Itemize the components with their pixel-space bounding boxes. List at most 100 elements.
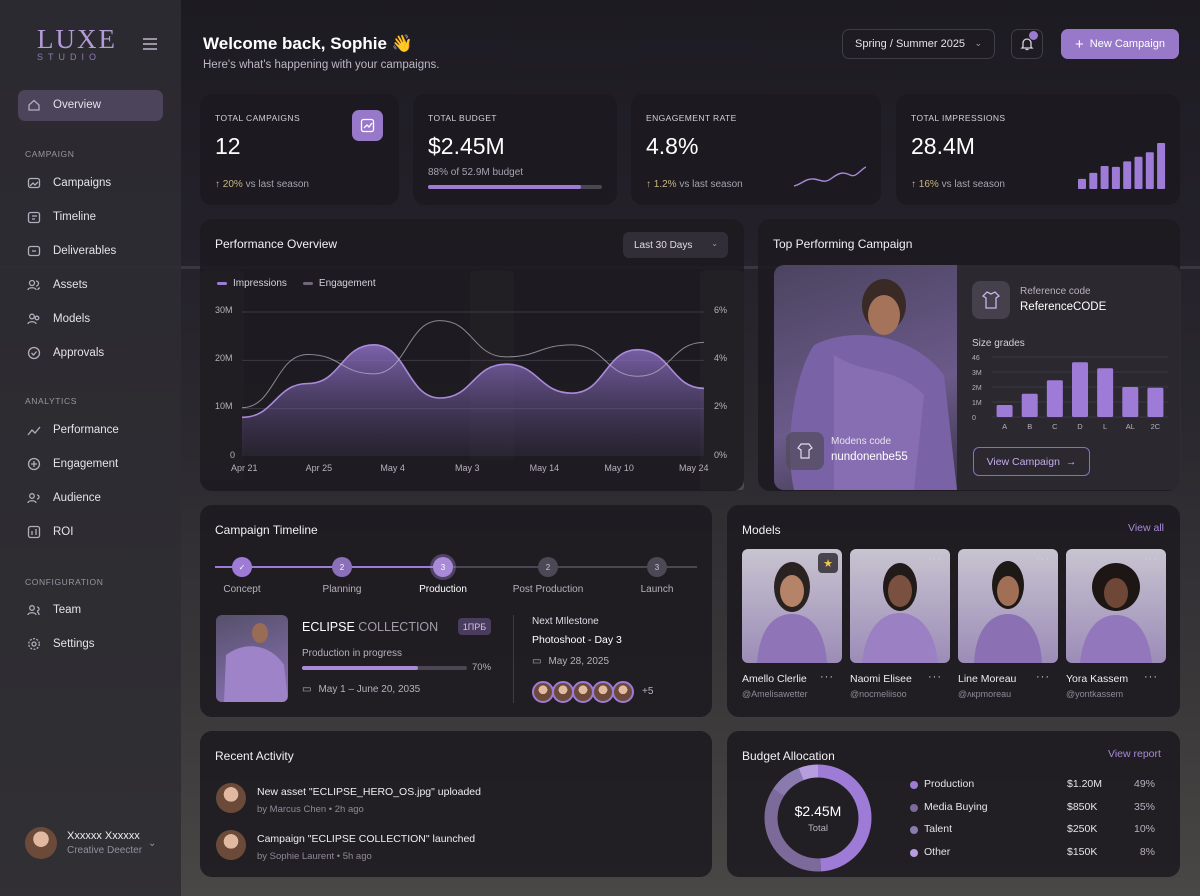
roi-icon [27,525,41,539]
more-options-icon[interactable]: ··· [928,671,942,683]
models-card: Models View all ★ Amello Clerlie @Amelis… [727,505,1180,717]
budget-category: Media Buying [924,800,988,813]
sidebar-item-engagement[interactable]: Engagement [27,457,118,471]
more-options-icon[interactable]: ··· [928,553,942,565]
activity-item[interactable]: Campaign "ECLIPSE COLLECTION" launched b… [216,830,475,862]
step-label: Concept [223,584,261,595]
notifications-button[interactable] [1011,29,1043,59]
model-card[interactable]: ··· Line Moreau @ʌкpmoreau ··· [958,549,1058,699]
timeline-step-production[interactable]: 3 [433,557,453,577]
budget-row[interactable]: Media Buying $850K 35% [910,801,1155,815]
sidebar-item-approvals[interactable]: Approvals [27,346,104,360]
chevron-down-icon[interactable]: ⌄ [148,838,156,849]
hanger-icon [786,432,824,470]
sidebar-item-team[interactable]: Team [27,603,81,617]
x-tick: May 4 [380,463,405,473]
budget-row[interactable]: Production $1.20M 49% [910,778,1155,792]
timeline-step-post-production[interactable]: 2 [538,557,558,577]
budget-amount: $250K [1067,823,1098,835]
budget-view-report-link[interactable]: View report [1108,748,1161,760]
stat-card-impressions[interactable]: TOTAL IMPRESSIONS 28.4M ↑ 16% vs last se… [896,94,1180,205]
impressions-area [242,344,704,456]
sidebar-item-roi[interactable]: ROI [27,525,73,539]
budget-row[interactable]: Other $150K 8% [910,846,1155,860]
team-avatars[interactable]: +5 [532,681,653,703]
campaign-hero-image: Modens code nundonenbe55 [774,265,957,490]
timeline-step-planning[interactable]: 2 [332,557,352,577]
x-tick: 2C [1151,422,1161,431]
legend-dot [910,826,918,834]
models-view-all-link[interactable]: View all [1128,522,1164,534]
more-options-icon[interactable]: ··· [1036,553,1050,565]
hamburger-icon[interactable] [143,38,157,53]
model-card[interactable]: ··· Naomi Elisee @nocmeliisoo ··· [850,549,950,699]
stat-card-budget[interactable]: TOTAL BUDGET $2.45M 88% of 52.9M budget [413,94,617,205]
card-title: Top Performing Campaign [773,237,913,251]
shirt-icon [972,281,1010,319]
timeline-step-launch[interactable]: 3 [647,557,667,577]
y-tick: 1M [972,400,982,407]
sidebar-item-overview[interactable]: Overview [27,98,101,112]
y-tick-left: 10M [215,401,233,411]
budget-percent: 35% [1133,800,1155,813]
sparkline-bar [1089,172,1098,189]
season-select[interactable]: Spring / Summer 2025 ⌄ [842,29,995,59]
sidebar-item-label: Assets [53,279,88,291]
model-photo: ··· [958,549,1058,663]
x-tick: C [1052,422,1058,431]
timeline-step-concept[interactable]: ✓ [232,557,252,577]
card-title: Campaign Timeline [215,523,318,537]
sidebar-item-label: Deliverables [53,245,117,257]
status-badge: 1ПРБ [458,618,491,635]
budget-amount: $150K [1067,845,1098,858]
page-title: Welcome back, Sophie 👋 [203,34,413,53]
activity-item[interactable]: New asset "ECLIPSE_HERO_OS.jpg" uploaded… [216,783,481,815]
sidebar-item-label: ROI [53,526,74,538]
sidebar-item-settings[interactable]: Settings [27,637,95,651]
model-card[interactable]: ★ Amello Clerlie @Amelisawetter ··· [742,549,842,699]
stat-label: ENGAGEMENT RATE [646,113,737,123]
legend-dot [910,848,918,857]
more-options-icon[interactable]: ··· [1036,671,1050,683]
more-options-icon[interactable]: ··· [1144,553,1158,565]
section-label-campaign: CAMPAIGN [25,149,75,159]
sparkline-bar [1157,143,1166,189]
engagement-sparkline [794,166,866,187]
sidebar-item-assets[interactable]: Assets [27,278,88,292]
stat-card-campaigns[interactable]: TOTAL CAMPAIGNS 12 ↑ 20% vs last season [200,94,399,205]
budget-amount: $850K [1067,800,1098,813]
stat-card-engagement[interactable]: ENGAGEMENT RATE 4.8% ↑ 1.2% vs last seas… [631,94,881,205]
model-card[interactable]: ··· Yora Kassem @yontkassem ··· [1066,549,1166,699]
y-tick-right: 6% [714,305,728,315]
size-bar [1046,380,1063,417]
new-campaign-button[interactable]: + New Campaign [1061,29,1179,59]
sidebar: LUXE STUDIO Overview CAMPAIGN Campaigns … [0,0,181,896]
reference-code-label: Reference code [1020,286,1091,297]
y-tick: 0 [972,415,976,422]
range-select[interactable]: Last 30 Days ⌄ [623,232,728,258]
sidebar-item-timeline[interactable]: Timeline [27,210,96,224]
view-campaign-button[interactable]: View Campaign → [973,447,1090,476]
y-tick-right: 2% [714,401,728,411]
sidebar-item-deliverables[interactable]: Deliverables [27,244,116,258]
sidebar-item-campaigns[interactable]: Campaigns [27,176,111,190]
user-profile[interactable]: Xxxxxx Xxxxxx Creative Deecter [25,827,142,859]
more-options-icon[interactable]: ··· [1144,671,1158,683]
stat-label: TOTAL IMPRESSIONS [911,113,1006,123]
sidebar-item-audience[interactable]: Audience [27,491,101,505]
sidebar-item-models[interactable]: Models [27,312,90,326]
more-options-icon[interactable]: ··· [820,671,834,683]
avatar [612,681,634,703]
avatar [25,827,57,859]
x-tick: B [1027,422,1032,431]
star-icon[interactable]: ★ [818,553,838,573]
x-tick: Apr 21 [231,463,258,473]
collection-dates: ▭ May 1 – June 20, 2035 [302,684,421,695]
y-tick-left: 20M [215,353,233,363]
x-tick: D [1077,422,1083,431]
y-tick: 46 [972,355,980,362]
size-bar [1021,393,1038,417]
chart-legend: Impressions Engagement [217,278,376,289]
budget-row[interactable]: Talent $250K 10% [910,823,1155,837]
sidebar-item-performance[interactable]: Performance [27,423,119,437]
